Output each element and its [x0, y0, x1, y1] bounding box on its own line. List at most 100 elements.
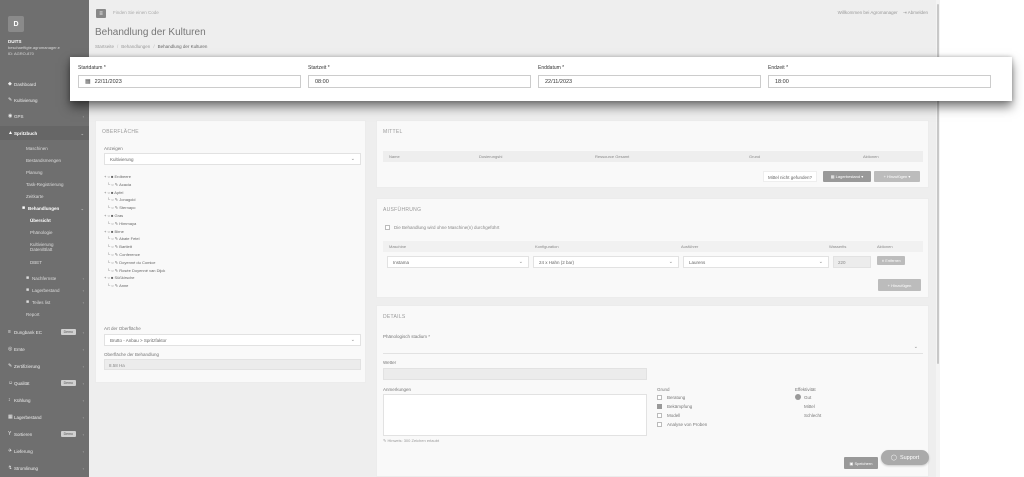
sidebar-item-lieferung[interactable]: ✈ Lieferung ‹	[0, 444, 89, 458]
sidebar-item-stromlinung[interactable]: ↯ Stromlinung ‹	[0, 461, 89, 475]
hamburger-icon: ≡	[99, 10, 103, 17]
remove-machine-button[interactable]: ✕ Entfernen	[877, 256, 905, 265]
caret-down-icon: ▾	[861, 174, 864, 179]
plus-icon: +	[887, 282, 890, 288]
tree-group-node[interactable]: + ○ ■ Erdbeere	[104, 173, 165, 181]
sidebar-item-bestandsmengen[interactable]: Bestandsmengen	[0, 154, 89, 166]
sidebar-item-gps[interactable]: ◉ GPS ‹	[0, 109, 89, 123]
sidebar-item-spritzbuch[interactable]: ▲ Spritzbuch ⌄	[0, 126, 89, 140]
sidebar-item-uebersicht[interactable]: Übersicht	[0, 215, 89, 226]
reason-modell-label: Modell	[667, 413, 681, 418]
means-not-found-link[interactable]: Mittel nicht gefunden?	[763, 171, 818, 182]
breadcrumb-home[interactable]: Startseite	[95, 44, 114, 49]
sidebar-item-phaenologie[interactable]: Phänologie	[0, 227, 89, 238]
machine-select[interactable]: Instama ⌄	[387, 256, 529, 268]
sidebar-item-task-registrierung[interactable]: Task-Registrierung	[0, 178, 89, 190]
sidebar-item-zertifizierung[interactable]: ✎ Zertifizierung ‹	[0, 359, 89, 373]
company-logo[interactable]: D	[8, 16, 24, 32]
save-button[interactable]: ▣ Speichern	[844, 457, 878, 469]
chevron-left-icon: ‹	[82, 414, 84, 420]
account-info: DUITS beschaeftigte.agromanager.e ID: AG…	[8, 39, 88, 57]
start-time-label: Startzeit *	[308, 65, 330, 71]
add-machine-button[interactable]: + Hinzufügen	[878, 279, 921, 291]
show-select[interactable]: Kultivierung ⌄	[104, 153, 361, 165]
leaf-icon: └ ○ ✎	[104, 283, 120, 289]
sidebar-item-lagerbestand-sub[interactable]: ■ Lagerbestand ‹	[0, 284, 89, 296]
reason-analyse-checkbox[interactable]	[657, 422, 662, 427]
demo-badge: Demo	[60, 380, 76, 386]
tree-leaf-node[interactable]: └ ○ ✎ Doyenné du Comice	[104, 259, 165, 267]
reason-bekaempfung-checkbox[interactable]	[657, 404, 662, 409]
sidebar-item-ernte[interactable]: ◎ Ernte ‹	[0, 342, 89, 356]
sidebar-item-dbet[interactable]: DBET	[0, 257, 89, 268]
chevron-left-icon: ‹	[82, 113, 84, 119]
reason-modell-checkbox[interactable]	[657, 413, 662, 418]
code-search-input[interactable]: Finden Sie einen Code	[113, 10, 313, 18]
close-icon: ✕	[881, 258, 885, 263]
operator-select[interactable]: Laurens ⌄	[683, 256, 829, 268]
tree-leaf-node[interactable]: └ ○ ✎ Rosée Doyenné van Dijck	[104, 267, 165, 275]
chevron-down-icon: ⌄	[518, 259, 523, 265]
configuration-select[interactable]: 24 x Hahn (2 bar) ⌄	[533, 256, 679, 268]
sidebar-item-kuehlung[interactable]: ↕ Kühlung ‹	[0, 393, 89, 407]
treated-surface-label: Oberfläche der Behandlung	[104, 352, 160, 357]
execution-panel-title: AUSFÜHRUNG	[383, 207, 422, 213]
stock-button[interactable]: ▦ Lagerbestand ▾	[823, 171, 871, 182]
end-time-input[interactable]: 18:00	[768, 75, 991, 88]
no-machine-checkbox[interactable]	[385, 225, 390, 230]
calendar-icon: ▦	[85, 79, 91, 85]
sidebar-item-report[interactable]: Report	[0, 308, 89, 320]
sidebar-item-teiles-list[interactable]: ■ Teiles list ‹	[0, 296, 89, 308]
support-button[interactable]: ◯ Support	[881, 450, 929, 465]
chevron-left-icon: ‹	[82, 275, 84, 281]
caret-down-icon: ▾	[908, 174, 911, 179]
sidebar-item-planung[interactable]: Planung	[0, 166, 89, 178]
end-time-field: Endzeit * 18:00	[768, 65, 991, 88]
sidebar-item-behandlungen[interactable]: ■ Behandlungen ⌄	[0, 202, 89, 214]
chevron-left-icon: ‹	[82, 380, 84, 386]
sidebar-item-qualitaet[interactable]: ☺ Qualität Demo ‹	[0, 376, 89, 390]
logout-link[interactable]: ⇥ Abmelden	[903, 10, 928, 15]
end-date-input[interactable]: 22/11/2023	[538, 75, 761, 88]
tree-leaf-node[interactable]: └ ○ ✎ Jonagold	[104, 196, 165, 204]
phenological-stage-select[interactable]: ⌄	[383, 342, 923, 354]
tree-group-node[interactable]: + ○ ■ Apfel	[104, 189, 165, 197]
tree-group-node[interactable]: + ○ ■ Gras	[104, 212, 165, 220]
breadcrumb-treatments[interactable]: Behandlungen	[121, 44, 150, 49]
tree-group-node[interactable]: + ○ ■ Süßkirsche	[104, 274, 165, 282]
effect-good-radio[interactable]	[795, 394, 801, 400]
tree-leaf-node[interactable]: └ ○ ✎ Conference	[104, 251, 165, 259]
tree-group-node[interactable]: + ○ ■ Birne	[104, 228, 165, 236]
chevron-left-icon: ‹	[82, 346, 84, 352]
tree-leaf-node[interactable]: └ ○ ✎ Anne	[104, 282, 165, 290]
sidebar-item-lagerbestand[interactable]: ▦ Lagerbestand ‹	[0, 410, 89, 424]
reason-analyse-label: Analyse von Proben	[667, 422, 708, 427]
account-id: ID: AGRO-870	[8, 51, 34, 56]
sidebar-item-dungbank[interactable]: ≡ Dungbank EC Demo ‹	[0, 325, 89, 339]
water-input[interactable]: 220	[833, 256, 871, 268]
effect-medium-label[interactable]: Mittel	[804, 404, 815, 409]
tree-leaf-node[interactable]: └ ○ ✎ Abate Fetel	[104, 235, 165, 243]
notes-textarea[interactable]	[383, 394, 647, 436]
sidebar-item-zeitkarte[interactable]: Zeitkarte	[0, 190, 89, 202]
start-time-input[interactable]: 08:00	[308, 75, 531, 88]
tree-leaf-node[interactable]: └ ○ ✎ Acacia	[104, 181, 165, 189]
effect-bad-label[interactable]: Schlecht	[804, 413, 821, 418]
tree-leaf-node[interactable]: └ ○ ✎ Himmaya	[104, 220, 165, 228]
end-time-label: Endzeit *	[768, 65, 789, 71]
sidebar-item-maschinen[interactable]: Maschinen	[0, 142, 89, 154]
surface-type-select[interactable]: Brutto - Anbau > Spritzfaktor ⌄	[104, 334, 361, 346]
start-date-input[interactable]: ▦ 22/11/2023	[78, 75, 301, 88]
menu-toggle-button[interactable]: ≡	[96, 9, 106, 18]
folder-icon: + ○ ■	[104, 275, 115, 281]
reason-beratung-checkbox[interactable]	[657, 395, 662, 400]
sidebar-item-sortieren[interactable]: Y Sortieren Demo ‹	[0, 427, 89, 441]
tree-leaf-node[interactable]: └ ○ ✎ Bartlett	[104, 243, 165, 251]
tree-leaf-node[interactable]: └ ○ ✎ Sternapo	[104, 204, 165, 212]
chevron-down-icon: ⌄	[80, 130, 84, 136]
add-means-button[interactable]: + Hinzufügen ▾	[874, 171, 920, 182]
weather-input[interactable]	[383, 368, 647, 380]
reason-label: Grund	[657, 387, 670, 392]
sidebar-item-nachfernste[interactable]: ■ Nachfernste ‹	[0, 272, 89, 284]
sidebar-item-kultivierung-daten[interactable]: Kultivierung Daten/Blatt	[0, 239, 70, 255]
